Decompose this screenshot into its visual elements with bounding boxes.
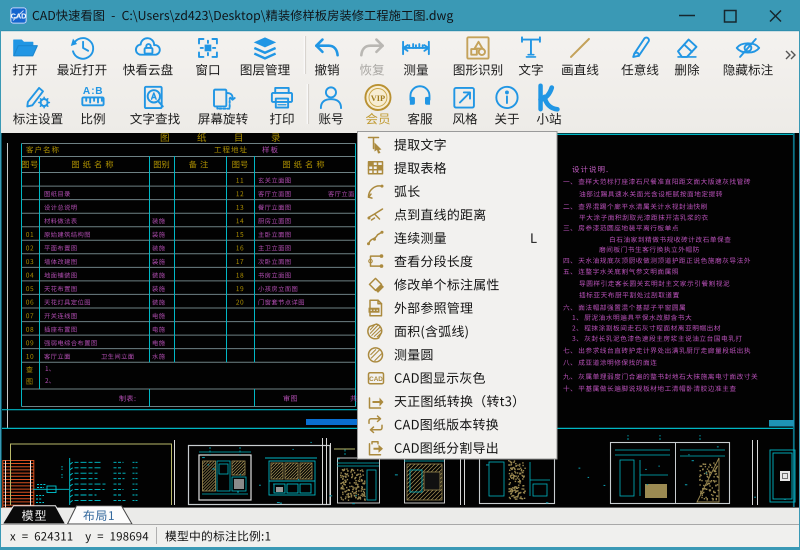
svg-text:B: B <box>95 86 102 97</box>
svg-text:CAD: CAD <box>11 12 27 21</box>
svg-text::: : <box>91 86 94 97</box>
svg-text:CAD: CAD <box>369 376 383 383</box>
svg-text:VIP: VIP <box>371 94 385 103</box>
svg-text:A: A <box>83 86 91 97</box>
